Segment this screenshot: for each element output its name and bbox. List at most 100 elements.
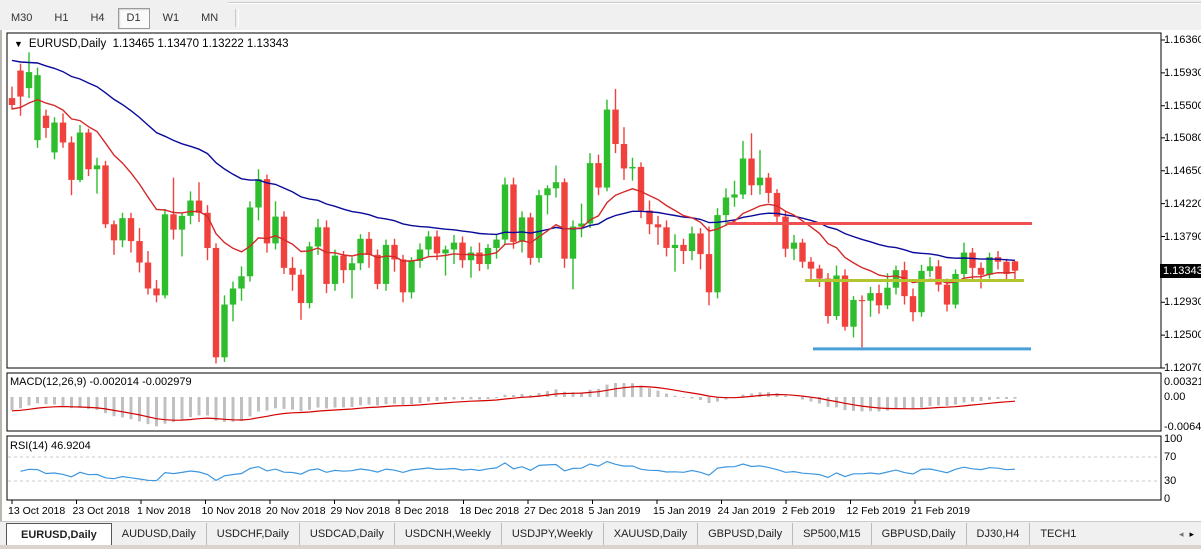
chart-tab-eurusd-daily[interactable]: EURUSD,Daily: [6, 523, 112, 545]
chart-tab-gbpusd-daily[interactable]: GBPUSD,Daily: [871, 523, 966, 545]
candle-body: [604, 110, 610, 188]
candle-body: [221, 305, 227, 358]
chart-tab-usdjpy-weekly[interactable]: USDJPY,Weekly: [501, 523, 603, 545]
date-axis[interactable]: 13 Oct 201823 Oct 20181 Nov 201810 Nov 2…: [0, 502, 1160, 521]
candle-body: [43, 116, 49, 128]
candle-body: [799, 243, 805, 262]
candle-body: [60, 123, 66, 143]
chart-tab-usdcad-daily[interactable]: USDCAD,Daily: [299, 523, 394, 545]
tabs-scroll-right-icon[interactable]: ▸: [1186, 529, 1197, 540]
rsi-indicator-label: RSI(14) 46.9204: [10, 440, 91, 452]
candle-body: [1012, 261, 1018, 270]
candle-body: [587, 163, 593, 223]
chevron-down-icon[interactable]: ▼: [14, 39, 23, 49]
candle-body: [340, 256, 346, 271]
candle-body: [910, 296, 916, 312]
price-axis-label: 1.12070: [1164, 362, 1201, 374]
candle-body: [502, 185, 508, 240]
candle-body: [187, 201, 193, 216]
date-axis-label: 18 Dec 2018: [460, 505, 520, 517]
tabs-scroll-left-icon[interactable]: ◂: [1176, 529, 1187, 540]
candle-body: [816, 269, 822, 279]
date-axis-label: 27 Dec 2018: [524, 505, 584, 517]
candle-body: [459, 243, 465, 261]
window-bottom-strip: [0, 545, 1201, 549]
candle-body: [238, 276, 244, 288]
candle-body: [230, 288, 236, 304]
candle-body: [332, 256, 338, 284]
price-axis-label: 1.14220: [1164, 198, 1201, 210]
candle-body: [697, 233, 703, 254]
candle-body: [128, 218, 134, 241]
timeframe-button-h4[interactable]: H4: [81, 8, 113, 29]
chart-tab-xauusd-daily[interactable]: XAUUSD,Daily: [603, 523, 697, 545]
candle-body: [952, 274, 958, 305]
candle-body: [901, 270, 907, 296]
candle-body: [366, 239, 372, 255]
candle-body: [842, 275, 848, 326]
candle-body: [918, 271, 924, 312]
date-axis-label: 12 Feb 2019: [847, 505, 906, 517]
date-axis-label: 23 Oct 2018: [73, 505, 130, 517]
chart-tab-tech1[interactable]: TECH1: [1029, 523, 1086, 545]
candle-body: [519, 217, 525, 241]
candle-body: [179, 216, 185, 230]
candle-body: [145, 262, 151, 288]
price-axis-label: 1.13790: [1164, 231, 1201, 243]
candle-body: [536, 195, 542, 258]
date-axis-label: 24 Jan 2019: [718, 505, 776, 517]
candle-body: [298, 275, 304, 303]
candle-body: [689, 233, 695, 251]
candle-body: [884, 288, 890, 306]
candle-body: [731, 194, 737, 197]
candle-body: [808, 262, 814, 269]
candle-body: [961, 253, 967, 274]
macd-signal-line: [12, 387, 1015, 421]
candle-body: [765, 178, 771, 193]
timeframe-button-m30[interactable]: M30: [2, 8, 41, 29]
rsi-axis-label: 70: [1164, 451, 1176, 463]
candle-body: [306, 246, 312, 303]
candle-body: [77, 133, 83, 180]
timeframe-button-w1[interactable]: W1: [154, 8, 189, 29]
candle-body: [544, 188, 550, 195]
candle-body: [374, 255, 380, 284]
timeframe-button-h1[interactable]: H1: [45, 8, 77, 29]
timeframe-button-d1[interactable]: D1: [118, 8, 150, 29]
chart-tab-sp500-m15[interactable]: SP500,M15: [792, 523, 870, 545]
candle-body: [9, 98, 15, 105]
candle-body: [757, 178, 763, 186]
chart-tab-audusd-daily[interactable]: AUDUSD,Daily: [112, 523, 206, 545]
rsi-line: [21, 462, 1016, 481]
candle-body: [553, 182, 559, 188]
candle-body: [485, 248, 491, 264]
chart-tab-usdchf-daily[interactable]: USDCHF,Daily: [206, 523, 299, 545]
toolbar-groove: [228, 2, 1201, 3]
candle-body: [349, 263, 355, 270]
price-axis-label: 1.14650: [1164, 165, 1201, 177]
candle-body: [876, 293, 882, 305]
timeframe-button-mn[interactable]: MN: [192, 8, 227, 29]
price-axis-label: 1.12500: [1164, 329, 1201, 341]
date-axis-label: 8 Dec 2018: [395, 505, 449, 517]
candle-body: [17, 71, 23, 97]
candle-body: [94, 165, 100, 169]
candle-body: [672, 245, 678, 248]
price-axis-label: 1.15080: [1164, 132, 1201, 144]
chart-tab-usdcnh-weekly[interactable]: USDCNH,Weekly: [394, 523, 501, 545]
candle-body: [26, 72, 32, 88]
chart-tab-dj30-h4[interactable]: DJ30,H4: [966, 523, 1030, 545]
date-axis-label: 5 Jan 2019: [589, 505, 641, 517]
date-axis-label: 2 Feb 2019: [782, 505, 835, 517]
candle-body: [451, 243, 457, 250]
candle-body: [493, 240, 499, 248]
candle-body: [51, 123, 57, 153]
candle-body: [400, 259, 406, 292]
date-axis-label: 29 Nov 2018: [331, 505, 391, 517]
chart-tab-gbpusd-daily[interactable]: GBPUSD,Daily: [697, 523, 792, 545]
chart-canvas[interactable]: [2, 30, 1201, 549]
macd-axis-label: 0.003216: [1164, 376, 1201, 388]
candle-body: [383, 245, 389, 284]
date-axis-label: 20 Nov 2018: [266, 505, 326, 517]
macd-axis-label: -0.006485: [1164, 421, 1201, 433]
